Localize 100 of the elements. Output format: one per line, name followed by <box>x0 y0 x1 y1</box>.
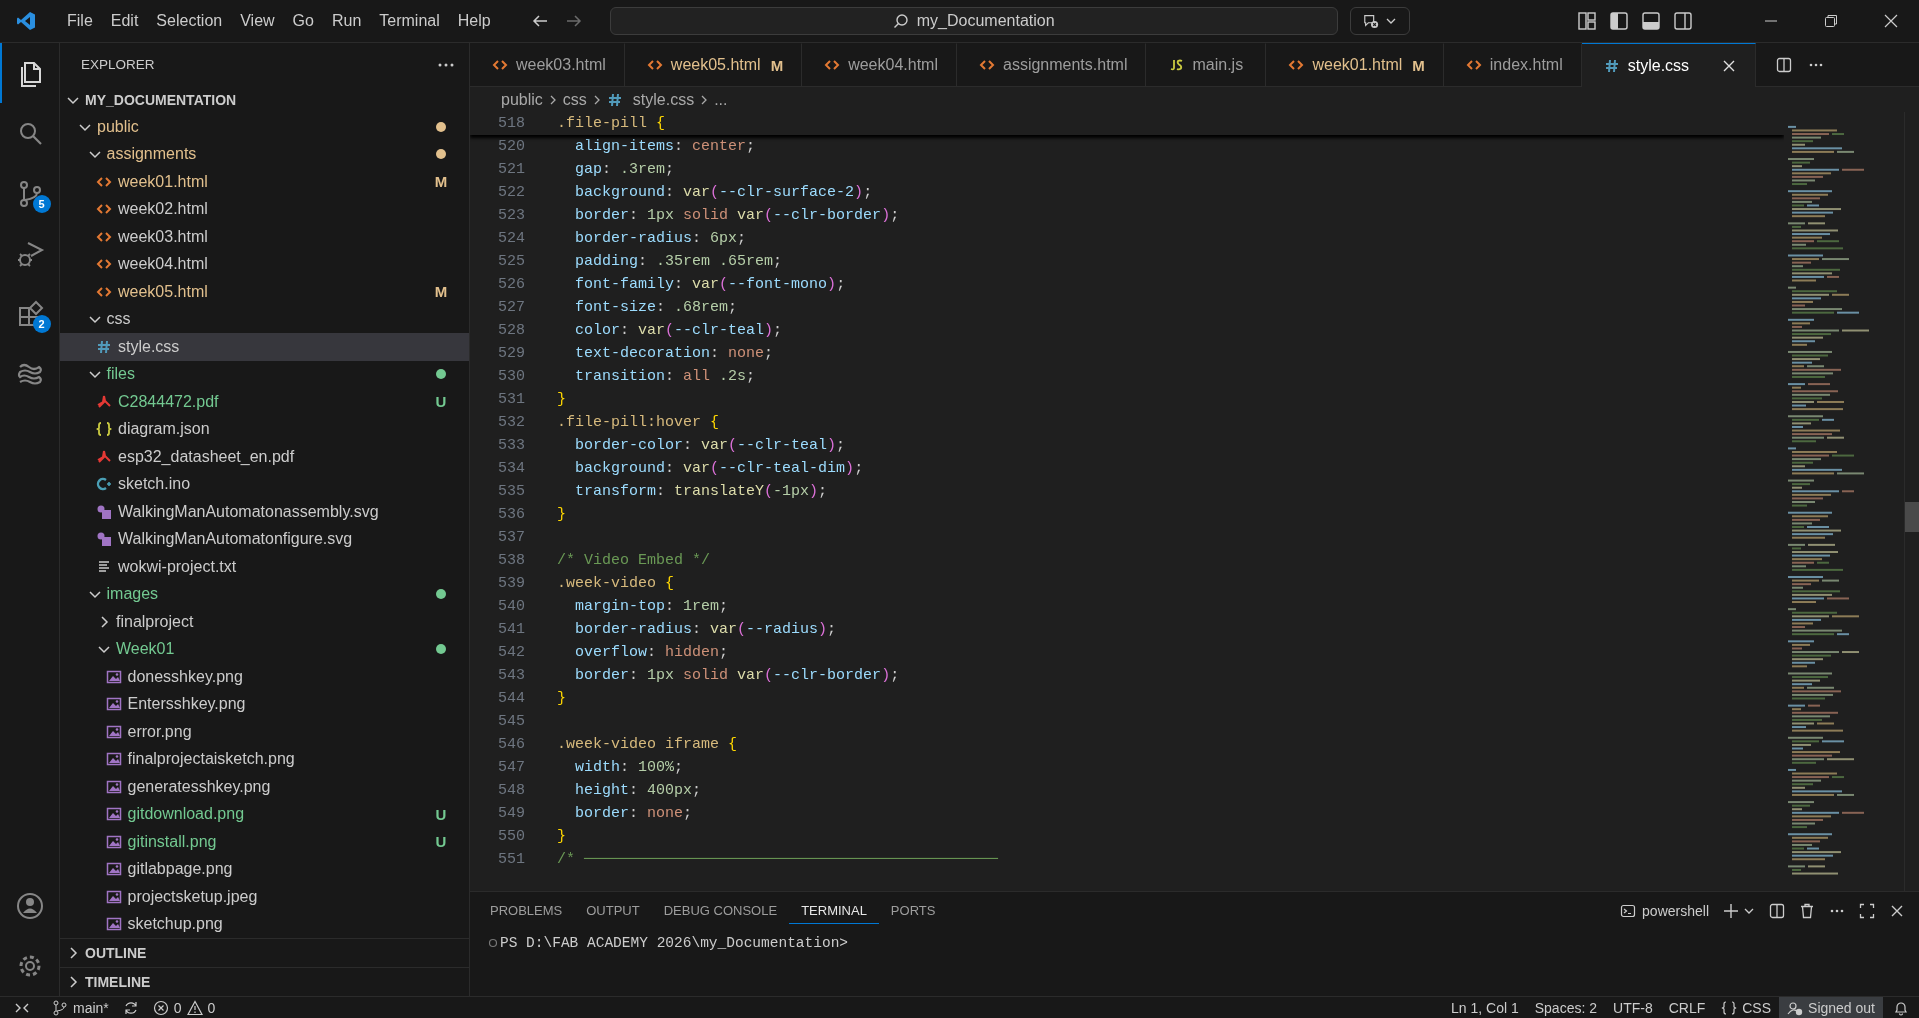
split-editor-icon[interactable] <box>1776 56 1793 73</box>
workspace-header[interactable]: MY_DOCUMENTATION <box>60 86 469 113</box>
panel-tab[interactable]: PROBLEMS <box>478 897 575 924</box>
maximize-icon[interactable] <box>1859 902 1875 919</box>
menu-item[interactable]: Help <box>448 6 500 36</box>
folder-row[interactable]: Week01 <box>60 635 469 663</box>
problems-button[interactable]: 0 0 <box>144 997 224 1018</box>
file-row[interactable]: diagram.json <box>60 415 469 443</box>
account-icon[interactable] <box>14 891 45 921</box>
copilot-button[interactable] <box>1349 7 1410 35</box>
close-icon[interactable] <box>1883 13 1899 29</box>
file-row[interactable]: week03.html <box>60 223 469 251</box>
menu-item[interactable]: Go <box>283 6 323 36</box>
file-row[interactable]: week01.html M <box>60 168 469 196</box>
file-row[interactable]: wokwi-project.txt <box>60 553 469 581</box>
section-header[interactable]: OUTLINE <box>60 938 469 967</box>
branch-button[interactable]: main* <box>44 997 117 1018</box>
menu-item[interactable]: Run <box>322 6 371 36</box>
extensions-activity-button[interactable]: 2 <box>0 283 60 343</box>
sync-icon[interactable] <box>122 999 139 1016</box>
file-row[interactable]: WalkingManAutomatonassembly.svg <box>60 498 469 526</box>
line-number: 548 <box>497 782 526 799</box>
menu-item[interactable]: Edit <box>101 6 148 36</box>
language-mode[interactable]: CSS <box>1713 997 1780 1018</box>
breadcrumb-item[interactable]: public <box>501 90 543 109</box>
layout-icon[interactable] <box>1577 11 1597 31</box>
sidebar-toggle-icon[interactable] <box>1609 11 1629 31</box>
file-row[interactable]: week05.html M <box>60 278 469 306</box>
folder-row[interactable]: finalproject <box>60 608 469 636</box>
menu-item[interactable]: File <box>58 6 102 36</box>
file-row[interactable]: week02.html <box>60 195 469 223</box>
trash-icon[interactable] <box>1799 902 1815 919</box>
panel-tab[interactable]: OUTPUT <box>574 897 652 924</box>
bell-icon[interactable] <box>1893 999 1909 1016</box>
panel-tab[interactable]: TERMINAL <box>789 897 879 924</box>
app-logo-icon[interactable] <box>16 11 36 31</box>
menu-item[interactable]: Selection <box>147 6 232 36</box>
source-control-activity-button[interactable]: 5 <box>0 163 60 223</box>
editor-tab[interactable]: week03.html <box>470 43 625 86</box>
file-row[interactable]: esp32_datasheet_en.pdf <box>60 443 469 471</box>
file-row[interactable]: WalkingManAutomatonfigure.svg <box>60 525 469 553</box>
line-number: 521 <box>497 161 526 178</box>
file-row[interactable]: sketchup.png <box>60 910 469 938</box>
folder-row[interactable]: public <box>60 113 469 141</box>
line-ending-status[interactable]: CRLF <box>1660 997 1714 1018</box>
panel-tab[interactable]: DEBUG CONSOLE <box>651 897 790 924</box>
add-icon[interactable] <box>1723 902 1739 919</box>
file-row[interactable]: error.png <box>60 718 469 746</box>
file-row[interactable]: gitinstall.png U <box>60 828 469 856</box>
file-row[interactable]: gitdownload.png U <box>60 800 469 828</box>
panel-tab[interactable]: PORTS <box>878 897 948 924</box>
breadcrumb-item[interactable]: ... <box>714 90 728 109</box>
cursor-position[interactable]: Ln 1, Col 1 <box>1443 997 1527 1018</box>
code-line: padding: .35rem .65rem; <box>574 253 783 270</box>
editor-tab[interactable]: week01.html M <box>1266 43 1444 86</box>
hash-icon <box>96 338 112 355</box>
secondary-sidebar-icon[interactable] <box>1673 11 1693 31</box>
menu-item[interactable]: View <box>231 6 284 36</box>
file-row[interactable]: generatesshkey.png <box>60 773 469 801</box>
file-row[interactable]: finalprojectaisketch.png <box>60 745 469 773</box>
terminal-selector[interactable]: powershell <box>1620 902 1709 919</box>
c-plus-icon <box>96 476 112 493</box>
panel-toggle-icon[interactable] <box>1641 11 1661 31</box>
restore-icon[interactable] <box>1823 13 1839 29</box>
file-row[interactable]: week04.html <box>60 250 469 278</box>
code-line: margin-top: 1rem; <box>574 598 729 615</box>
folder-row[interactable]: images <box>60 580 469 608</box>
breadcrumb-item[interactable]: css <box>562 90 587 109</box>
file-row[interactable]: projectsketup.jpeg <box>60 883 469 911</box>
file-row[interactable]: donesshkey.png <box>60 663 469 691</box>
file-row[interactable]: style.css <box>60 333 469 361</box>
line-number: 523 <box>497 207 526 224</box>
folder-row[interactable]: assignments <box>60 140 469 168</box>
line-number: 551 <box>497 851 526 868</box>
code-line: width: 100%; <box>574 759 684 776</box>
file-row[interactable]: gitlabpage.png <box>60 855 469 883</box>
error-icon <box>152 999 169 1016</box>
hash-icon <box>1603 57 1620 74</box>
editor-tab[interactable]: week05.html M <box>624 43 803 86</box>
file-row[interactable]: Entersshkey.png <box>60 690 469 718</box>
indentation-status[interactable]: Spaces: 2 <box>1526 997 1605 1018</box>
file-row[interactable]: C2844472.pdf U <box>60 388 469 416</box>
section-header[interactable]: TIMELINE <box>60 967 469 996</box>
folder-row[interactable]: files <box>60 360 469 388</box>
folder-row[interactable]: css <box>60 305 469 333</box>
editor-tab[interactable]: assignments.html <box>957 43 1147 86</box>
editor-tab[interactable]: style.css <box>1581 43 1757 87</box>
editor-tab[interactable]: index.html <box>1443 43 1582 86</box>
editor-tab[interactable]: week04.html <box>802 43 957 86</box>
scrollbar-thumb[interactable] <box>1905 502 1919 532</box>
command-search-field[interactable]: my_Documentation <box>609 7 1338 35</box>
terminal-icon <box>1620 902 1637 919</box>
menu-item[interactable]: Terminal <box>370 6 449 36</box>
breadcrumb-item[interactable]: style.css <box>632 90 695 109</box>
code-line: text-decoration: none; <box>574 345 774 362</box>
encoding-status[interactable]: UTF-8 <box>1605 997 1661 1018</box>
split-terminal-icon[interactable] <box>1769 902 1785 919</box>
account-status[interactable]: Signed out <box>1779 997 1883 1018</box>
editor-tab[interactable]: main.js <box>1146 43 1267 86</box>
file-row[interactable]: sketch.ino <box>60 470 469 498</box>
